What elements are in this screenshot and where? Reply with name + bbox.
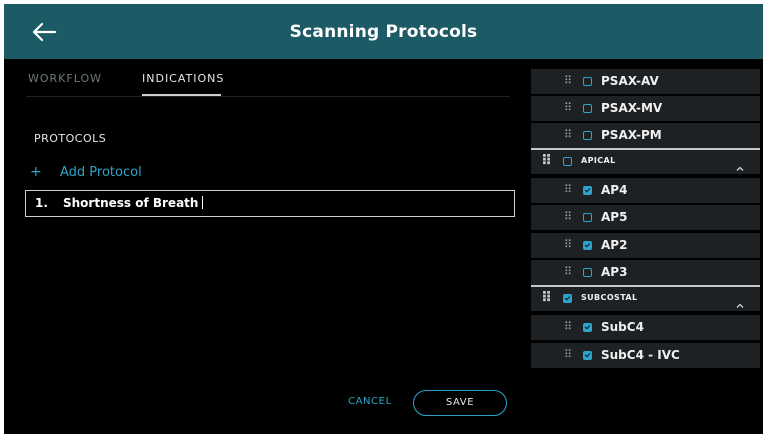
tab-workflow[interactable]: WORKFLOW (28, 72, 102, 85)
view-label: PSAX-PM (601, 128, 662, 142)
checkbox[interactable] (583, 323, 592, 332)
drag-handle-icon[interactable]: ⠿ (564, 265, 572, 279)
tab-divider (26, 96, 510, 97)
app-screen: Scanning Protocols WORKFLOW INDICATIONS … (4, 4, 763, 434)
drag-handle-icon[interactable]: ⠿ (541, 290, 552, 306)
drag-handle-icon[interactable]: ⠿ (541, 153, 552, 169)
checkbox[interactable] (583, 241, 592, 250)
group-label: SUBCOSTAL (581, 293, 638, 302)
drag-handle-icon[interactable]: ⠿ (564, 128, 572, 142)
checkbox[interactable] (583, 186, 592, 195)
checkbox[interactable] (583, 213, 592, 222)
checkbox[interactable] (583, 268, 592, 277)
drag-handle-icon[interactable]: ⠿ (564, 183, 572, 197)
view-row[interactable]: ⠿ PSAX-AV (531, 69, 760, 94)
view-label: SubC4 (601, 320, 644, 334)
view-label: SubC4 - IVC (601, 348, 680, 362)
checkbox[interactable] (583, 77, 592, 86)
view-row[interactable]: ⠿ AP2 (531, 233, 760, 258)
views-panel: ⠿ PSAX-AV ⠿ PSAX-MV ⠿ PSAX-PM ⠿ APICAL ⠿… (531, 59, 763, 434)
group-header-apical[interactable]: ⠿ APICAL (531, 148, 760, 174)
checkbox[interactable] (583, 104, 592, 113)
group-label: APICAL (581, 156, 616, 165)
drag-handle-icon[interactable]: ⠿ (564, 348, 572, 362)
text-cursor (202, 196, 204, 209)
drag-handle-icon[interactable]: ⠿ (564, 320, 572, 334)
save-button[interactable]: SAVE (413, 390, 507, 416)
add-protocol-button[interactable]: + Add Protocol (30, 162, 142, 182)
view-row[interactable]: ⠿ PSAX-PM (531, 123, 760, 148)
protocols-section-label: PROTOCOLS (34, 132, 107, 145)
add-protocol-label: Add Protocol (60, 164, 142, 180)
header-bar: Scanning Protocols (4, 4, 763, 59)
view-row[interactable]: ⠿ AP4 (531, 178, 760, 203)
drag-handle-icon[interactable]: ⠿ (564, 210, 572, 224)
view-label: AP3 (601, 265, 628, 279)
view-label: PSAX-AV (601, 74, 659, 88)
protocol-name-input[interactable]: 1. Shortness of Breath (25, 190, 515, 217)
view-row[interactable]: ⠿ SubC4 - IVC (531, 343, 760, 368)
view-row[interactable]: ⠿ AP3 (531, 260, 760, 285)
drag-handle-icon[interactable]: ⠿ (564, 74, 572, 88)
chevron-up-icon[interactable] (736, 158, 744, 171)
drag-handle-icon[interactable]: ⠿ (564, 238, 572, 252)
view-row[interactable]: ⠿ AP5 (531, 205, 760, 230)
checkbox[interactable] (563, 157, 572, 166)
view-label: AP4 (601, 183, 628, 197)
view-row[interactable]: ⠿ SubC4 (531, 315, 760, 340)
protocol-number: 1. (35, 196, 48, 210)
chevron-up-icon[interactable] (736, 295, 744, 308)
plus-icon: + (30, 164, 42, 180)
view-label: PSAX-MV (601, 101, 663, 115)
checkbox[interactable] (583, 351, 592, 360)
cancel-button[interactable]: CANCEL (348, 396, 392, 407)
tab-indications[interactable]: INDICATIONS (142, 72, 224, 85)
checkbox[interactable] (563, 294, 572, 303)
view-label: AP2 (601, 238, 628, 252)
view-label: AP5 (601, 210, 628, 224)
group-header-subcostal[interactable]: ⠿ SUBCOSTAL (531, 285, 760, 311)
drag-handle-icon[interactable]: ⠿ (564, 101, 572, 115)
protocol-name-value: Shortness of Breath (63, 196, 204, 210)
checkbox[interactable] (583, 131, 592, 140)
page-title: Scanning Protocols (289, 22, 478, 42)
view-row[interactable]: ⠿ PSAX-MV (531, 96, 760, 121)
